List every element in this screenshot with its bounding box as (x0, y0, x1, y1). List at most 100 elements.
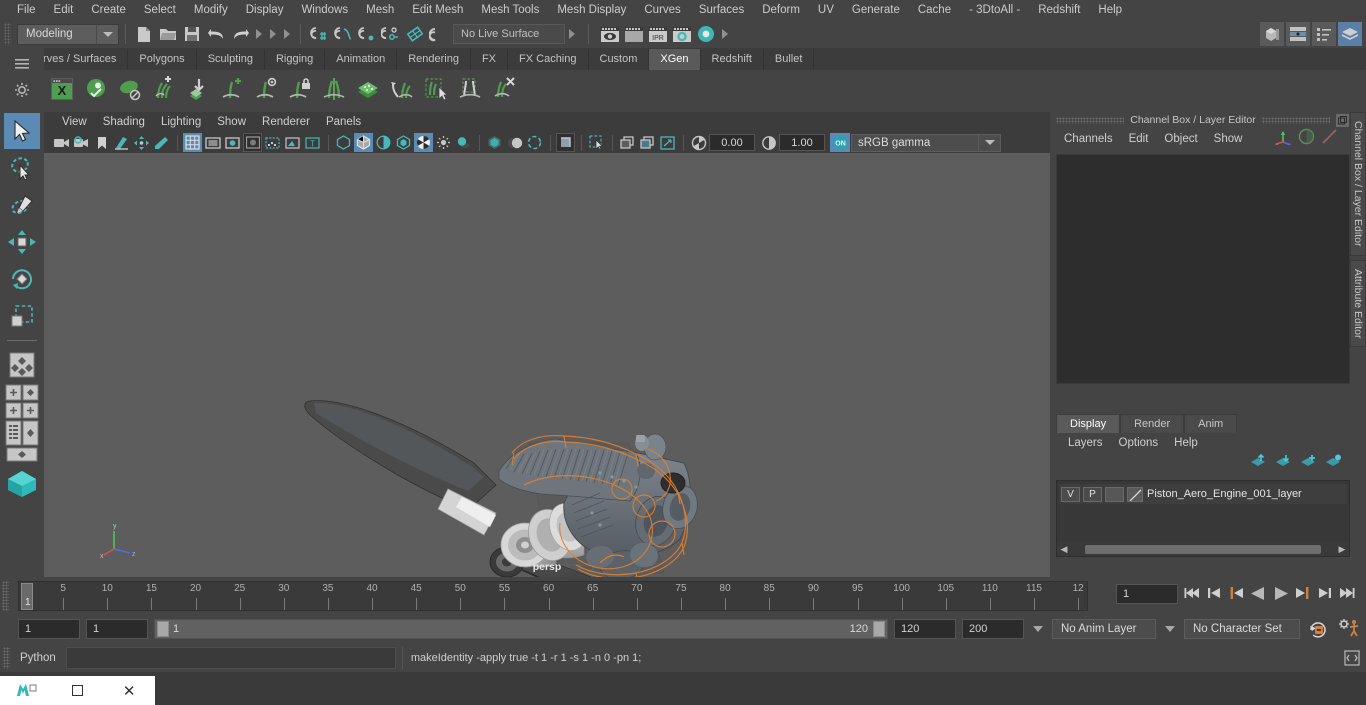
current-time-indicator[interactable]: 1 (21, 583, 33, 610)
smooth-shaded-icon[interactable] (374, 133, 393, 152)
redo-icon[interactable] (229, 23, 251, 45)
xgen-delete-guide-icon[interactable] (488, 73, 520, 105)
film-gate-icon[interactable] (203, 133, 222, 152)
layer-visibility-toggle[interactable]: V (1061, 486, 1080, 502)
gamma-adjust-icon[interactable] (759, 133, 778, 152)
status-line-grip[interactable] (4, 23, 11, 45)
chevron-down-icon[interactable] (96, 24, 118, 44)
layout-preset-group-2[interactable] (5, 402, 39, 419)
playback-start-time-field[interactable]: 1 (86, 619, 148, 639)
shelf-tab-animation[interactable]: Animation (325, 49, 398, 70)
scrollbar-thumb[interactable] (1085, 544, 1321, 554)
range-end-handle[interactable] (873, 621, 885, 637)
render-view-icon[interactable] (599, 23, 621, 45)
animation-end-time-field[interactable]: 200 (962, 619, 1024, 639)
menu-set-selector[interactable]: Modeling (17, 23, 119, 45)
panel-grip-left[interactable] (1056, 116, 1125, 124)
menu-file[interactable]: File (8, 2, 45, 18)
single-perspective-layout[interactable] (5, 447, 39, 465)
layer-shading-toggle[interactable] (1105, 486, 1124, 502)
play-forwards-icon[interactable] (1271, 583, 1290, 603)
xgen-add-description-icon[interactable] (148, 73, 180, 105)
snap-to-point-icon[interactable] (356, 23, 378, 45)
menu-3dtoall[interactable]: - 3DtoAll - (960, 2, 1029, 18)
show-hide-attribute-editor-icon[interactable] (1286, 22, 1310, 46)
menu-surfaces[interactable]: Surfaces (690, 2, 753, 18)
status-collapse-2[interactable] (266, 23, 280, 45)
menu-uv[interactable]: UV (809, 2, 843, 18)
go-to-end-icon[interactable] (1337, 583, 1356, 603)
layer-name-label[interactable]: Piston_Aero_Engine_001_layer (1147, 488, 1302, 500)
maya-app-icon[interactable] (0, 676, 52, 705)
menu-deform[interactable]: Deform (753, 2, 809, 18)
vertical-tab-attribute-editor[interactable]: Attribute Editor (1350, 259, 1366, 347)
xgen-clump-modifier-icon[interactable] (454, 73, 486, 105)
texture-border-icon[interactable]: T (303, 133, 322, 152)
status-collapse-5[interactable] (718, 23, 732, 45)
new-scene-icon[interactable] (133, 23, 155, 45)
outliner-persp-layout[interactable] (5, 420, 39, 446)
menu-select[interactable]: Select (135, 2, 185, 18)
viewport-menu-panels[interactable]: Panels (318, 114, 369, 130)
menu-cache[interactable]: Cache (909, 2, 960, 18)
menu-windows[interactable]: Windows (292, 2, 357, 18)
xgen-lock-guide-icon[interactable] (284, 73, 316, 105)
menu-create[interactable]: Create (82, 2, 135, 18)
undo-icon[interactable] (205, 23, 227, 45)
time-slider-grip[interactable] (2, 581, 9, 611)
motion-blur-icon[interactable] (505, 133, 524, 152)
two-d-pan-zoom-icon[interactable] (132, 133, 151, 152)
xgen-editor-icon[interactable]: X (46, 73, 78, 105)
shelf-tab-fx[interactable]: FX (470, 49, 509, 70)
xgen-add-guide-icon[interactable] (216, 73, 248, 105)
menu-redshift[interactable]: Redshift (1029, 2, 1089, 18)
select-region-icon[interactable] (587, 133, 606, 152)
color-space-selector[interactable]: sRGB gamma (851, 133, 979, 152)
layer-menu-layers[interactable]: Layers (1060, 436, 1111, 450)
make-live-icon[interactable] (428, 23, 450, 45)
exposure-adjust-icon[interactable] (689, 133, 708, 152)
play-backwards-icon[interactable] (1249, 583, 1268, 603)
gamma-field[interactable]: 1.00 (779, 134, 825, 151)
command-input[interactable] (65, 646, 396, 669)
snap-to-view-plane-icon[interactable] (404, 23, 426, 45)
animation-start-time-field[interactable]: 1 (18, 619, 80, 639)
snap-to-curve-icon[interactable] (332, 23, 354, 45)
restore-window-icon[interactable] (52, 676, 104, 705)
layer-list-scrollbar[interactable]: ◀ ▶ (1057, 542, 1349, 556)
undock-panel-icon[interactable] (1336, 113, 1349, 127)
step-forward-frame-icon[interactable] (1293, 583, 1312, 603)
current-frame-field[interactable]: 1 (1116, 584, 1178, 604)
select-camera-icon[interactable] (52, 133, 71, 152)
wireframe-shaded-icon[interactable] (354, 133, 373, 152)
viewport-menu-renderer[interactable]: Renderer (254, 114, 318, 130)
xgen-add-region-map-icon[interactable] (352, 73, 384, 105)
channel-menu-show[interactable]: Show (1206, 131, 1251, 147)
go-to-start-icon[interactable] (1183, 583, 1202, 603)
xgen-select-guide-icon[interactable] (250, 73, 282, 105)
toggle-panel-size-icon[interactable] (658, 133, 677, 152)
menu-mesh[interactable]: Mesh (357, 2, 403, 18)
film-origin-icon[interactable] (263, 133, 282, 152)
auto-keyframe-icon[interactable] (1306, 620, 1330, 639)
snap-shading-icon[interactable] (556, 133, 575, 152)
layout-preset-group-1[interactable] (5, 384, 39, 401)
duplicate-view-icon[interactable] (618, 133, 637, 152)
view-transform-on-icon[interactable]: ON (830, 133, 850, 152)
channel-menu-channels[interactable]: Channels (1056, 131, 1121, 147)
move-tool[interactable] (4, 224, 40, 260)
isolate-select-icon[interactable] (525, 133, 544, 152)
xgen-import-collection-icon[interactable] (182, 73, 214, 105)
vertical-tab-channel-box[interactable]: Channel Box / Layer Editor (1350, 112, 1366, 256)
paint-select-tool[interactable] (4, 187, 40, 223)
multisample-icon[interactable] (414, 133, 433, 152)
resolution-gate-icon[interactable] (223, 133, 242, 152)
viewport-menu-lighting[interactable]: Lighting (153, 114, 209, 130)
new-layer-from-selected-icon[interactable] (1325, 454, 1342, 473)
rotate-tool[interactable] (4, 261, 40, 297)
tab-anim[interactable]: Anim (1184, 414, 1238, 433)
tab-display[interactable]: Display (1056, 414, 1121, 433)
show-hide-channel-box-icon[interactable] (1338, 22, 1362, 46)
shelf-tab-custom[interactable]: Custom (588, 49, 650, 70)
exposure-icon[interactable] (283, 133, 302, 152)
